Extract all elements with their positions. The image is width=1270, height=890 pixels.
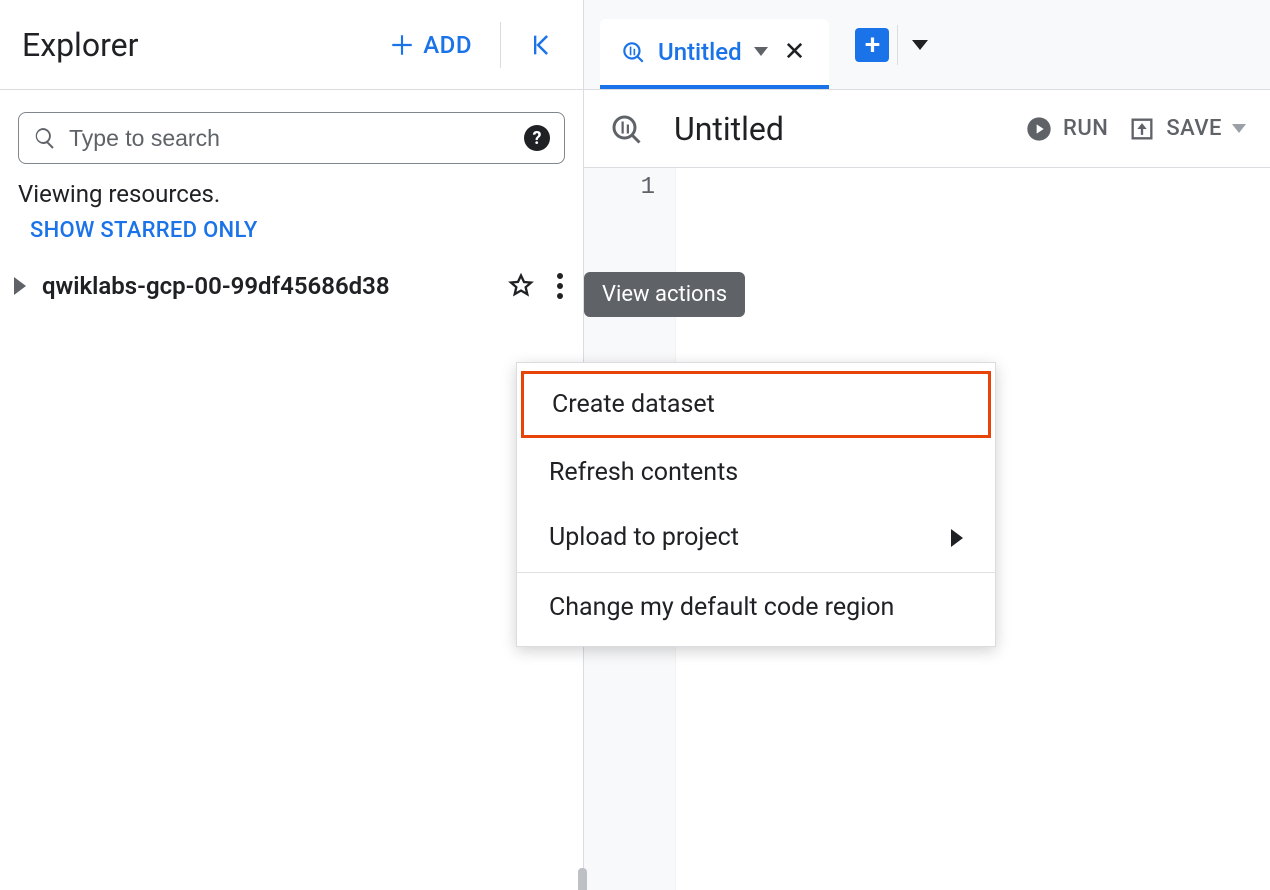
new-tab-controls: + <box>855 25 928 65</box>
divider <box>897 25 898 65</box>
tab-dropdown-caret-icon[interactable] <box>754 47 768 56</box>
collapse-panel-button[interactable] <box>517 23 565 67</box>
save-button[interactable]: SAVE <box>1128 115 1246 143</box>
project-row[interactable]: qwiklabs-gcp-00-99df45686d38 <box>0 257 583 315</box>
plus-icon <box>389 32 415 58</box>
viewing-status: Viewing resources. <box>0 170 583 212</box>
line-number: 1 <box>584 172 675 204</box>
menu-item-label: Create dataset <box>552 390 715 419</box>
expand-caret-icon[interactable] <box>14 277 26 295</box>
save-label: SAVE <box>1166 116 1222 141</box>
save-dropdown-caret-icon <box>1232 124 1246 133</box>
new-tab-dropdown-icon[interactable] <box>912 40 928 50</box>
menu-create-dataset[interactable]: Create dataset <box>521 371 991 438</box>
show-starred-link[interactable]: SHOW STARRED ONLY <box>0 212 583 257</box>
run-button[interactable]: RUN <box>1025 115 1108 143</box>
explorer-header: Explorer ADD <box>0 0 583 90</box>
explorer-title: Explorer <box>22 26 367 64</box>
collapse-left-icon <box>527 31 555 59</box>
tab-strip: Untitled ✕ + <box>584 0 1270 90</box>
menu-item-label: Refresh contents <box>549 458 738 487</box>
search-icon <box>33 126 57 150</box>
menu-item-label: Upload to project <box>549 523 739 552</box>
editor-action-bar: Untitled RUN SAVE <box>584 90 1270 168</box>
search-box[interactable]: ? <box>18 112 565 164</box>
star-icon[interactable] <box>507 272 535 300</box>
add-button[interactable]: ADD <box>377 23 484 67</box>
run-label: RUN <box>1063 116 1108 141</box>
add-button-label: ADD <box>423 31 472 59</box>
search-input[interactable] <box>67 124 514 153</box>
menu-divider <box>517 572 995 573</box>
menu-upload-to-project[interactable]: Upload to project <box>521 507 991 568</box>
help-icon[interactable]: ? <box>524 125 550 151</box>
explorer-panel: Explorer ADD ? Viewing resources. SHOW S… <box>0 0 584 890</box>
editor-tab[interactable]: Untitled ✕ <box>600 19 829 89</box>
new-tab-button[interactable]: + <box>855 28 889 62</box>
tab-label: Untitled <box>658 38 742 66</box>
search-container: ? <box>0 90 583 170</box>
query-icon <box>608 111 644 147</box>
more-actions-button[interactable] <box>551 267 569 305</box>
close-tab-button[interactable]: ✕ <box>780 37 810 67</box>
project-context-menu: Create dataset Refresh contents Upload t… <box>516 362 996 647</box>
editor-title: Untitled <box>674 110 1005 148</box>
project-name[interactable]: qwiklabs-gcp-00-99df45686d38 <box>42 272 491 300</box>
submenu-caret-icon <box>951 529 963 547</box>
menu-refresh-contents[interactable]: Refresh contents <box>521 442 991 503</box>
play-icon <box>1025 115 1053 143</box>
menu-item-label: Change my default code region <box>549 593 894 622</box>
save-icon <box>1128 115 1156 143</box>
divider <box>500 22 501 68</box>
menu-change-region[interactable]: Change my default code region <box>521 577 991 638</box>
scrollbar-thumb[interactable] <box>578 868 587 890</box>
query-icon <box>620 39 646 65</box>
